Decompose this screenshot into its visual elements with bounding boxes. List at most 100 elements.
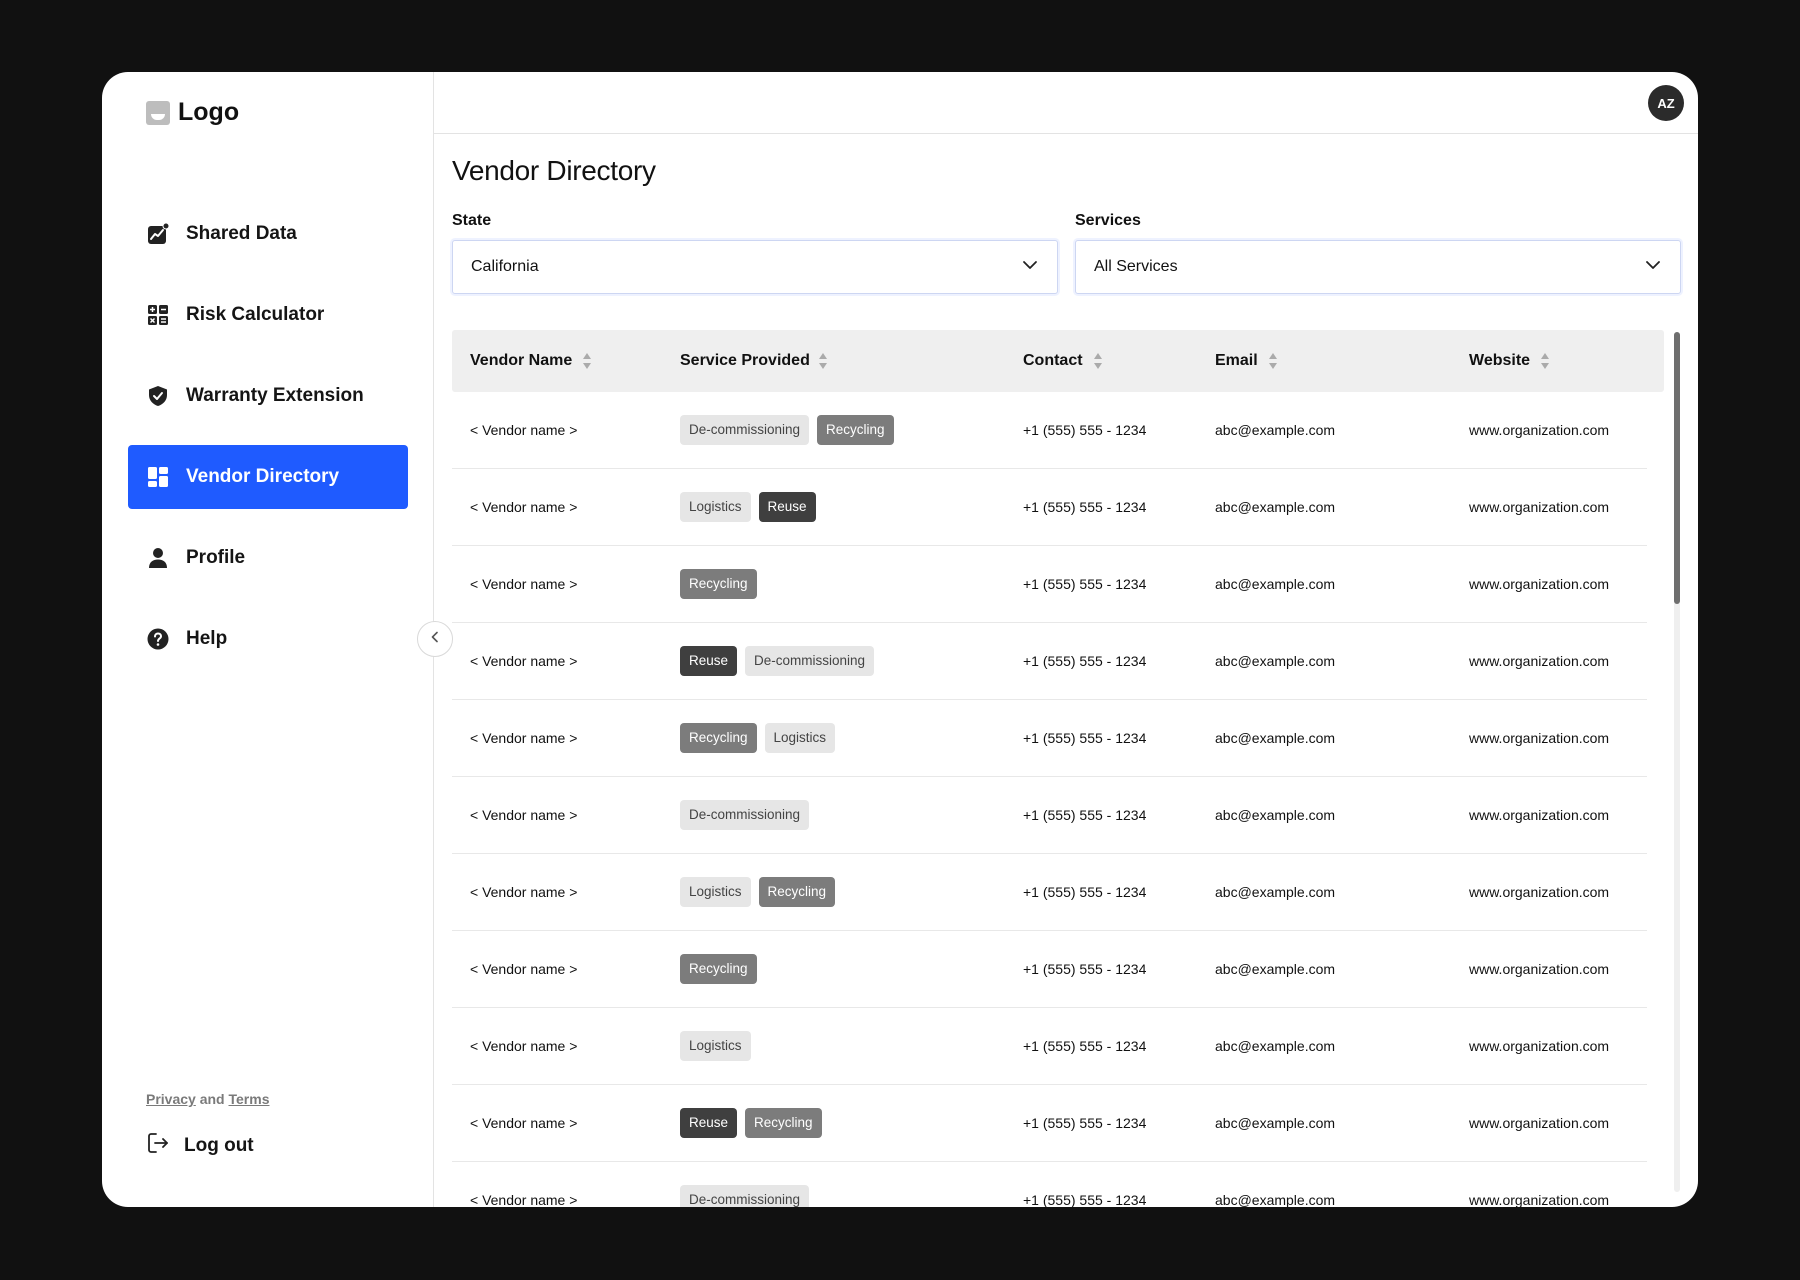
- table-row[interactable]: < Vendor name > Recycling +1 (555) 555 - 1…: [452, 546, 1647, 623]
- service-tag: Recycling: [817, 415, 894, 445]
- user-icon: [146, 546, 170, 570]
- email-cell[interactable]: abc@example.com: [1215, 623, 1335, 699]
- contact-cell: +1 (555) 555 - 1234: [1023, 499, 1147, 515]
- sort-icon: [1541, 353, 1550, 369]
- avatar[interactable]: AZ: [1648, 85, 1684, 121]
- contact-cell: +1 (555) 555 - 1234: [1023, 1192, 1147, 1207]
- table-row[interactable]: < Vendor name > De-commissioning +1 (555) …: [452, 777, 1647, 854]
- grid-icon: [146, 465, 170, 489]
- collapse-sidebar-button[interactable]: [417, 621, 453, 657]
- sidebar-item-label: Risk Calculator: [186, 304, 325, 325]
- website-cell[interactable]: www.organization.com: [1469, 931, 1609, 1007]
- table-row[interactable]: < Vendor name > Logistics +1 (555) 555 - 1…: [452, 1008, 1647, 1085]
- email-cell[interactable]: abc@example.com: [1215, 469, 1335, 545]
- website-cell[interactable]: www.organization.com: [1469, 546, 1609, 622]
- website-cell[interactable]: www.organization.com: [1469, 623, 1609, 699]
- service-tag: De-commissioning: [745, 646, 875, 676]
- state-filter: State California: [452, 212, 1058, 294]
- privacy-link[interactable]: Privacy: [146, 1091, 196, 1107]
- table-row[interactable]: < Vendor name > Recycling +1 (555) 555 - 1…: [452, 931, 1647, 1008]
- service-tag: Recycling: [680, 569, 757, 599]
- vendor-name-cell: < Vendor name >: [470, 499, 578, 515]
- services-select-value: All Services: [1094, 258, 1178, 275]
- page-title: Vendor Directory: [452, 155, 656, 186]
- table-row[interactable]: < Vendor name > Reuse Recycling +1 (555) 55…: [452, 1085, 1647, 1162]
- contact-cell: +1 (555) 555 - 1234: [1023, 653, 1147, 669]
- service-tag: Logistics: [680, 492, 751, 522]
- calculator-icon: [146, 303, 170, 327]
- logout-button[interactable]: Log out: [146, 1131, 254, 1161]
- sidebar-item-warranty-extension[interactable]: Warranty Extension: [128, 364, 408, 428]
- sidebar-item-label: Vendor Directory: [186, 466, 340, 487]
- state-select-value: California: [471, 258, 539, 275]
- sidebar-item-help[interactable]: Help: [128, 607, 408, 671]
- vendor-name-cell: < Vendor name >: [470, 807, 578, 823]
- email-cell[interactable]: abc@example.com: [1215, 1162, 1335, 1207]
- website-cell[interactable]: www.organization.com: [1469, 1162, 1609, 1207]
- table-row[interactable]: < Vendor name > De-commissioning Recycling…: [452, 392, 1647, 469]
- vendor-name-cell: < Vendor name >: [470, 653, 578, 669]
- logo[interactable]: Logo: [146, 98, 239, 127]
- service-tag: Recycling: [680, 954, 757, 984]
- service-tags-cell: Reuse Recycling: [680, 1085, 822, 1161]
- state-select[interactable]: California: [452, 240, 1058, 294]
- contact-cell: +1 (555) 555 - 1234: [1023, 884, 1147, 900]
- sidebar-item-profile[interactable]: Profile: [128, 526, 408, 590]
- vendor-name-cell: < Vendor name >: [470, 1115, 578, 1131]
- table-row[interactable]: < Vendor name > Logistics Reuse +1 (555) 55…: [452, 469, 1647, 546]
- sidebar-item-shared-data[interactable]: Shared Data: [128, 202, 408, 266]
- contact-cell: +1 (555) 555 - 1234: [1023, 961, 1147, 977]
- service-tag: Recycling: [758, 877, 836, 907]
- website-cell[interactable]: www.organization.com: [1469, 1008, 1609, 1084]
- website-cell[interactable]: www.organization.com: [1469, 469, 1609, 545]
- sidebar-item-vendor-directory[interactable]: Vendor Directory: [128, 445, 408, 509]
- service-tag: De-commissioning: [680, 800, 810, 830]
- email-cell[interactable]: abc@example.com: [1215, 392, 1335, 468]
- email-cell[interactable]: abc@example.com: [1215, 546, 1335, 622]
- table-row[interactable]: < Vendor name > Recycling Logistics +1 (555…: [452, 700, 1647, 777]
- sort-icon: [583, 353, 592, 369]
- column-header-email[interactable]: Email: [1215, 330, 1278, 392]
- column-header-label: Contact: [1023, 352, 1083, 369]
- sidebar-item-label: Warranty Extension: [186, 385, 364, 406]
- services-filter: Services All Services: [1075, 212, 1681, 294]
- table-row[interactable]: < Vendor name > Reuse De-commissioning +1 (…: [452, 623, 1647, 700]
- column-header-contact[interactable]: Contact: [1023, 330, 1103, 392]
- service-tag: Reuse: [680, 1108, 738, 1138]
- app-window: Logo Shared Data Risk Calculator Warrant…: [102, 72, 1698, 1207]
- email-cell[interactable]: abc@example.com: [1215, 777, 1335, 853]
- services-select[interactable]: All Services: [1075, 240, 1681, 294]
- service-tags-cell: De-commissioning Recycling: [680, 392, 894, 468]
- sort-icon: [1093, 353, 1102, 369]
- terms-link[interactable]: Terms: [229, 1091, 270, 1107]
- contact-cell: +1 (555) 555 - 1234: [1023, 576, 1147, 592]
- column-header-service-provided[interactable]: Service Provided: [680, 330, 828, 392]
- shield-check-icon: [146, 384, 170, 408]
- website-cell[interactable]: www.organization.com: [1469, 777, 1609, 853]
- email-cell[interactable]: abc@example.com: [1215, 1085, 1335, 1161]
- sidebar-item-risk-calculator[interactable]: Risk Calculator: [128, 283, 408, 347]
- table-scrollbar[interactable]: [1674, 332, 1680, 1192]
- sidebar: Logo Shared Data Risk Calculator Warrant…: [102, 72, 434, 1207]
- table-row[interactable]: < Vendor name > Logistics Recycling +1 (555…: [452, 854, 1647, 931]
- email-cell[interactable]: abc@example.com: [1215, 931, 1335, 1007]
- contact-cell: +1 (555) 555 - 1234: [1023, 1115, 1147, 1131]
- service-tags-cell: Recycling: [680, 931, 757, 1007]
- service-tags-cell: Recycling: [680, 546, 757, 622]
- sort-icon: [1268, 353, 1277, 369]
- column-header-vendor-name[interactable]: Vendor Name: [470, 330, 592, 392]
- website-cell[interactable]: www.organization.com: [1469, 1085, 1609, 1161]
- column-header-website[interactable]: Website: [1469, 330, 1550, 392]
- email-cell[interactable]: abc@example.com: [1215, 1008, 1335, 1084]
- scrollbar-thumb[interactable]: [1674, 332, 1680, 604]
- contact-cell: +1 (555) 555 - 1234: [1023, 422, 1147, 438]
- email-cell[interactable]: abc@example.com: [1215, 700, 1335, 776]
- table-row[interactable]: < Vendor name > De-commissioning +1 (555) …: [452, 1162, 1647, 1207]
- website-cell[interactable]: www.organization.com: [1469, 392, 1609, 468]
- service-tag: Reuse: [680, 646, 738, 676]
- email-cell[interactable]: abc@example.com: [1215, 854, 1335, 930]
- website-cell[interactable]: www.organization.com: [1469, 854, 1609, 930]
- top-bar: AZ: [434, 72, 1698, 134]
- logo-text: Logo: [178, 98, 240, 126]
- website-cell[interactable]: www.organization.com: [1469, 700, 1609, 776]
